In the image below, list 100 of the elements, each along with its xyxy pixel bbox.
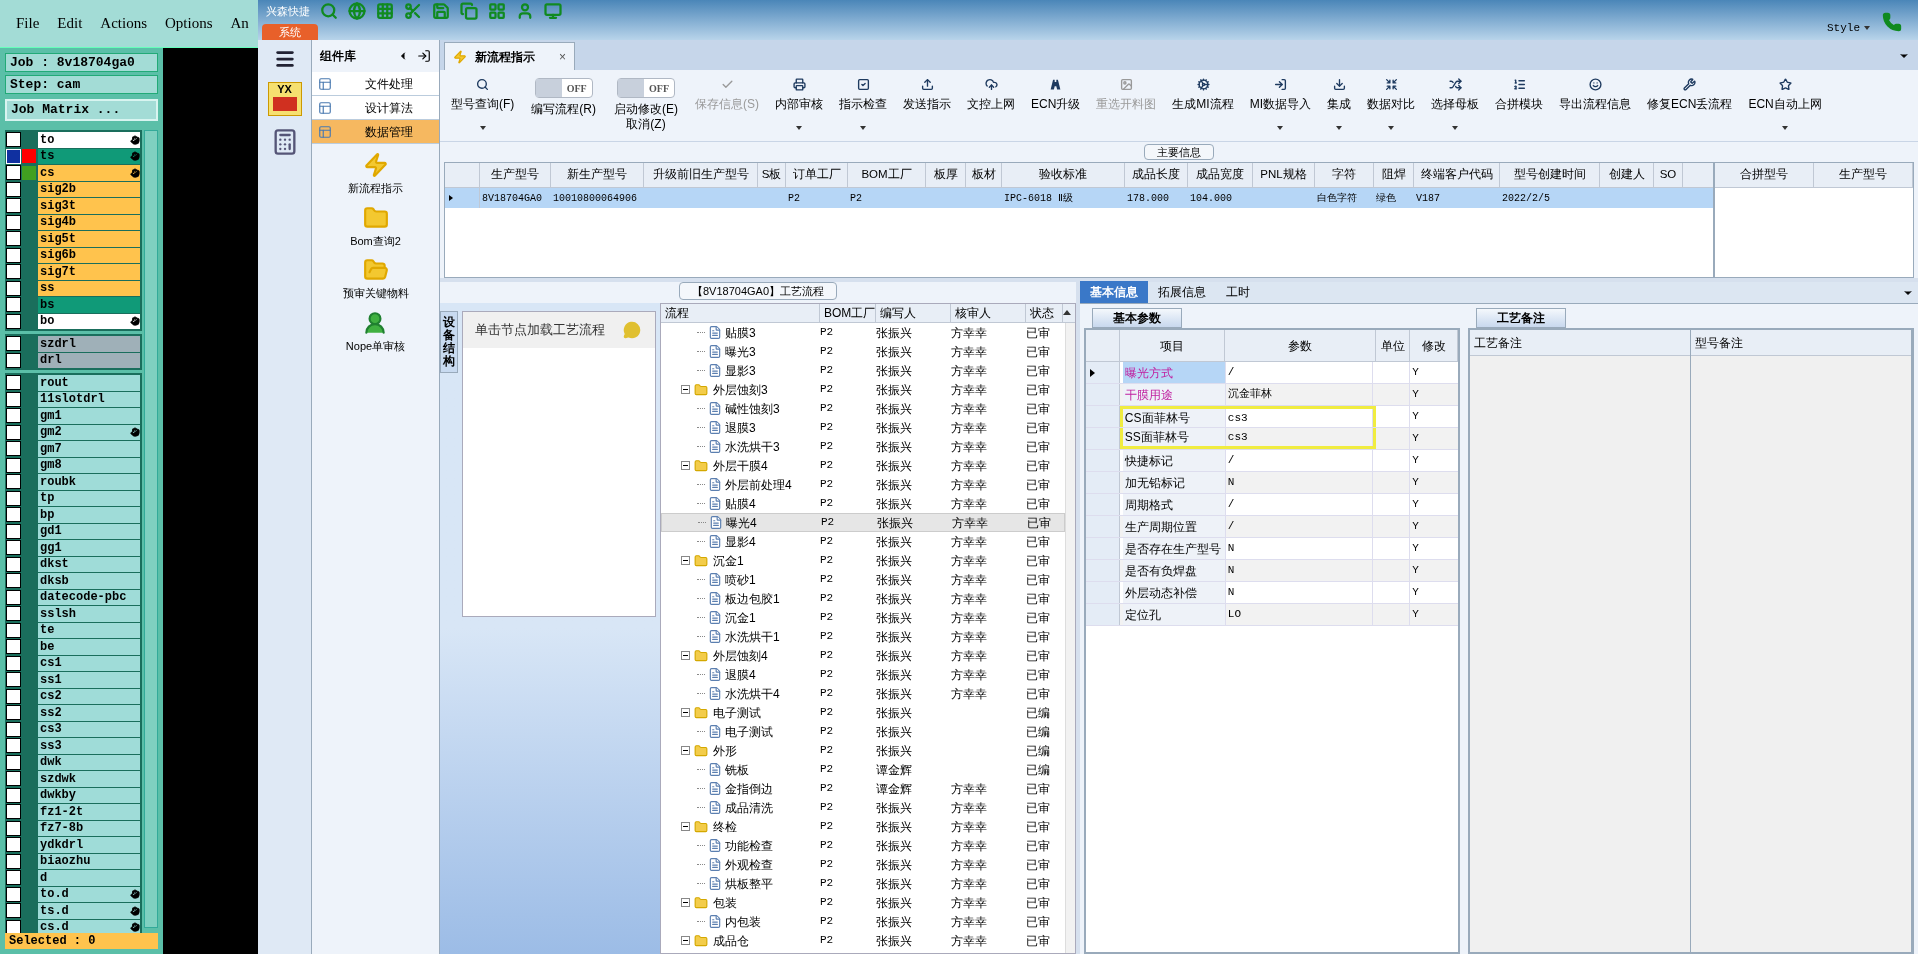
layer-name[interactable]: fz1-2t [38, 804, 140, 820]
launcher-item[interactable]: 预审关键物料 [342, 257, 409, 302]
ribbon-button[interactable]: 导出流程信息 [1552, 78, 1639, 138]
collapse-toggle[interactable] [681, 651, 690, 660]
layer-name[interactable]: drl [38, 352, 140, 368]
layer-name[interactable]: gg1 [38, 540, 140, 556]
ribbon-button[interactable]: 发送指示 [896, 78, 958, 138]
tree-row[interactable]: 喷砂1 P2 张振兴 方幸幸 已审 [661, 570, 1065, 589]
tree-row[interactable]: 包装 P2 张振兴 方幸幸 已审 [661, 893, 1065, 912]
collapse-toggle[interactable] [681, 385, 690, 394]
column-header[interactable]: S板 [758, 163, 786, 187]
tree-row[interactable]: 曝光4 P2 张振兴 方幸幸 已审 [661, 513, 1065, 532]
cancel-button[interactable]: 取消(Z) [626, 117, 666, 132]
layer-name[interactable]: ts [38, 148, 140, 164]
ribbon-button[interactable]: 集成 [1320, 78, 1359, 138]
tree-row[interactable]: 成品仓 P2 张振兴 方幸幸 已审 [661, 931, 1065, 950]
tree-row[interactable]: 显影4 P2 张振兴 方幸幸 已审 [661, 532, 1065, 551]
tree-row[interactable]: 烘板整平 P2 张振兴 方幸幸 已审 [661, 874, 1065, 893]
tree-row[interactable]: 沉金1 P2 张振兴 方幸幸 已审 [661, 608, 1065, 627]
layer-name[interactable]: cs3 [38, 721, 140, 737]
layer-name[interactable]: sig7t [38, 264, 140, 280]
menu-item[interactable]: Edit [57, 12, 83, 35]
tree-row[interactable]: 水洗烘干1 P2 张振兴 方幸幸 已审 [661, 627, 1065, 646]
layer-name[interactable]: roubk [38, 474, 140, 490]
column-header[interactable]: 成品宽度 [1188, 163, 1253, 187]
layer-name[interactable]: dkst [38, 556, 140, 572]
column-header[interactable]: 型号备注 [1691, 330, 1911, 356]
column-header[interactable]: 终端客户代码 [1414, 163, 1500, 187]
menu-item[interactable]: Actions [100, 12, 147, 35]
style-menu[interactable]: Style [1827, 19, 1870, 36]
tree-row[interactable]: 水洗烘干3 P2 张振兴 方幸幸 已审 [661, 437, 1065, 456]
collapse-toggle[interactable] [681, 936, 690, 945]
layer-name[interactable]: sig6b [38, 247, 140, 263]
toggle-switch[interactable]: OFF [617, 78, 675, 98]
tree-row[interactable]: 碱性蚀刻3 P2 张振兴 方幸幸 已审 [661, 399, 1065, 418]
layer-name[interactable]: gm8 [38, 457, 140, 473]
tree-row[interactable]: 贴膜4 P2 张振兴 方幸幸 已审 [661, 494, 1065, 513]
tree-row[interactable]: 外观检查 P2 张振兴 方幸幸 已审 [661, 855, 1065, 874]
menu-item[interactable]: File [16, 12, 40, 35]
layer-name[interactable]: ss1 [38, 672, 140, 688]
ribbon-button[interactable]: 修复ECN丢流程 [1640, 78, 1740, 138]
ribbon-button[interactable]: 文控上网 [960, 78, 1022, 138]
row-indicator[interactable] [1086, 362, 1120, 383]
column-header[interactable]: BOM工厂 [820, 304, 876, 322]
tree-row[interactable]: 退膜4 P2 张振兴 方幸幸 已审 [661, 665, 1065, 684]
layer-name[interactable]: ydkdrl [38, 837, 140, 853]
column-header[interactable]: 新生产型号 [551, 163, 644, 187]
pin-icon[interactable] [417, 49, 431, 63]
collapse-toggle[interactable] [681, 746, 690, 755]
menu-item[interactable]: Options [165, 12, 213, 35]
tree-row[interactable]: 外层蚀刻4 P2 张振兴 方幸幸 已审 [661, 646, 1065, 665]
column-header[interactable]: 字符 [1315, 163, 1374, 187]
layer-name[interactable]: te [38, 622, 140, 638]
layer-name[interactable]: rout [38, 375, 140, 391]
column-header[interactable]: 参数 [1225, 330, 1377, 361]
layer-checkbox[interactable] [7, 149, 20, 163]
column-header[interactable]: 验收标准 [1002, 163, 1125, 187]
layer-name[interactable]: tp [38, 490, 140, 506]
column-header[interactable]: 项目 [1119, 330, 1226, 361]
layer-name[interactable]: dwk [38, 754, 140, 770]
column-header[interactable]: 修改 [1410, 330, 1459, 361]
column-header[interactable]: 合拼型号 [1715, 163, 1814, 187]
tree-row[interactable]: 电子测试 P2 张振兴 已编 [661, 722, 1065, 741]
nav-item[interactable]: 数据管理 [312, 120, 439, 144]
layer-name[interactable]: sig4b [38, 214, 140, 230]
layer-name[interactable]: sig3t [38, 198, 140, 214]
column-header[interactable]: 核审人 [951, 304, 1026, 322]
tree-row[interactable]: 显影3 P2 张振兴 方幸幸 已审 [661, 361, 1065, 380]
tree-row[interactable]: 成品清洗 P2 张振兴 方幸幸 已审 [661, 798, 1065, 817]
column-header[interactable]: SO [1654, 163, 1683, 187]
column-header[interactable]: BOM工厂 [848, 163, 926, 187]
column-header[interactable]: 板材 [966, 163, 1002, 187]
column-header[interactable]: 型号创建时间 [1500, 163, 1600, 187]
ribbon-button[interactable]: MI数据导入 [1242, 78, 1319, 138]
ribbon-button[interactable]: 选择母板 [1424, 78, 1487, 138]
toggle-switch[interactable]: OFF [534, 78, 593, 98]
layer-name[interactable]: to.d [38, 886, 140, 902]
close-tab-button[interactable]: × [559, 47, 566, 66]
layer-name[interactable]: gm7 [38, 441, 140, 457]
column-header[interactable]: 阻焊 [1374, 163, 1414, 187]
column-header[interactable]: 订单工厂 [786, 163, 848, 187]
collapse-toggle[interactable] [681, 898, 690, 907]
launcher-item[interactable]: Bom查询2 [350, 204, 401, 249]
column-header[interactable]: 编写人 [876, 304, 951, 322]
column-header[interactable]: 流程 [661, 304, 820, 322]
nav-item[interactable]: 设计算法 [312, 96, 439, 120]
layer-name[interactable]: bo [38, 313, 140, 329]
collapse-toggle[interactable] [681, 461, 690, 470]
column-header[interactable]: PNL规格 [1253, 163, 1315, 187]
menu-item[interactable]: An [230, 12, 249, 35]
layer-name[interactable]: be [38, 639, 140, 655]
layer-name[interactable]: cs1 [38, 655, 140, 671]
factory-logo-icon[interactable]: YX [267, 82, 302, 116]
tree-row[interactable]: 水洗烘干4 P2 张振兴 方幸幸 已审 [661, 684, 1065, 703]
layer-name[interactable]: sig2b [38, 181, 140, 197]
tab[interactable]: 拓展信息 [1148, 281, 1216, 303]
layer-name[interactable]: bs [38, 297, 140, 313]
layer-name[interactable]: fz7-8b [38, 820, 140, 836]
ribbon-button[interactable]: 数据对比 [1360, 78, 1423, 138]
layer-name[interactable]: biaozhu [38, 853, 140, 869]
